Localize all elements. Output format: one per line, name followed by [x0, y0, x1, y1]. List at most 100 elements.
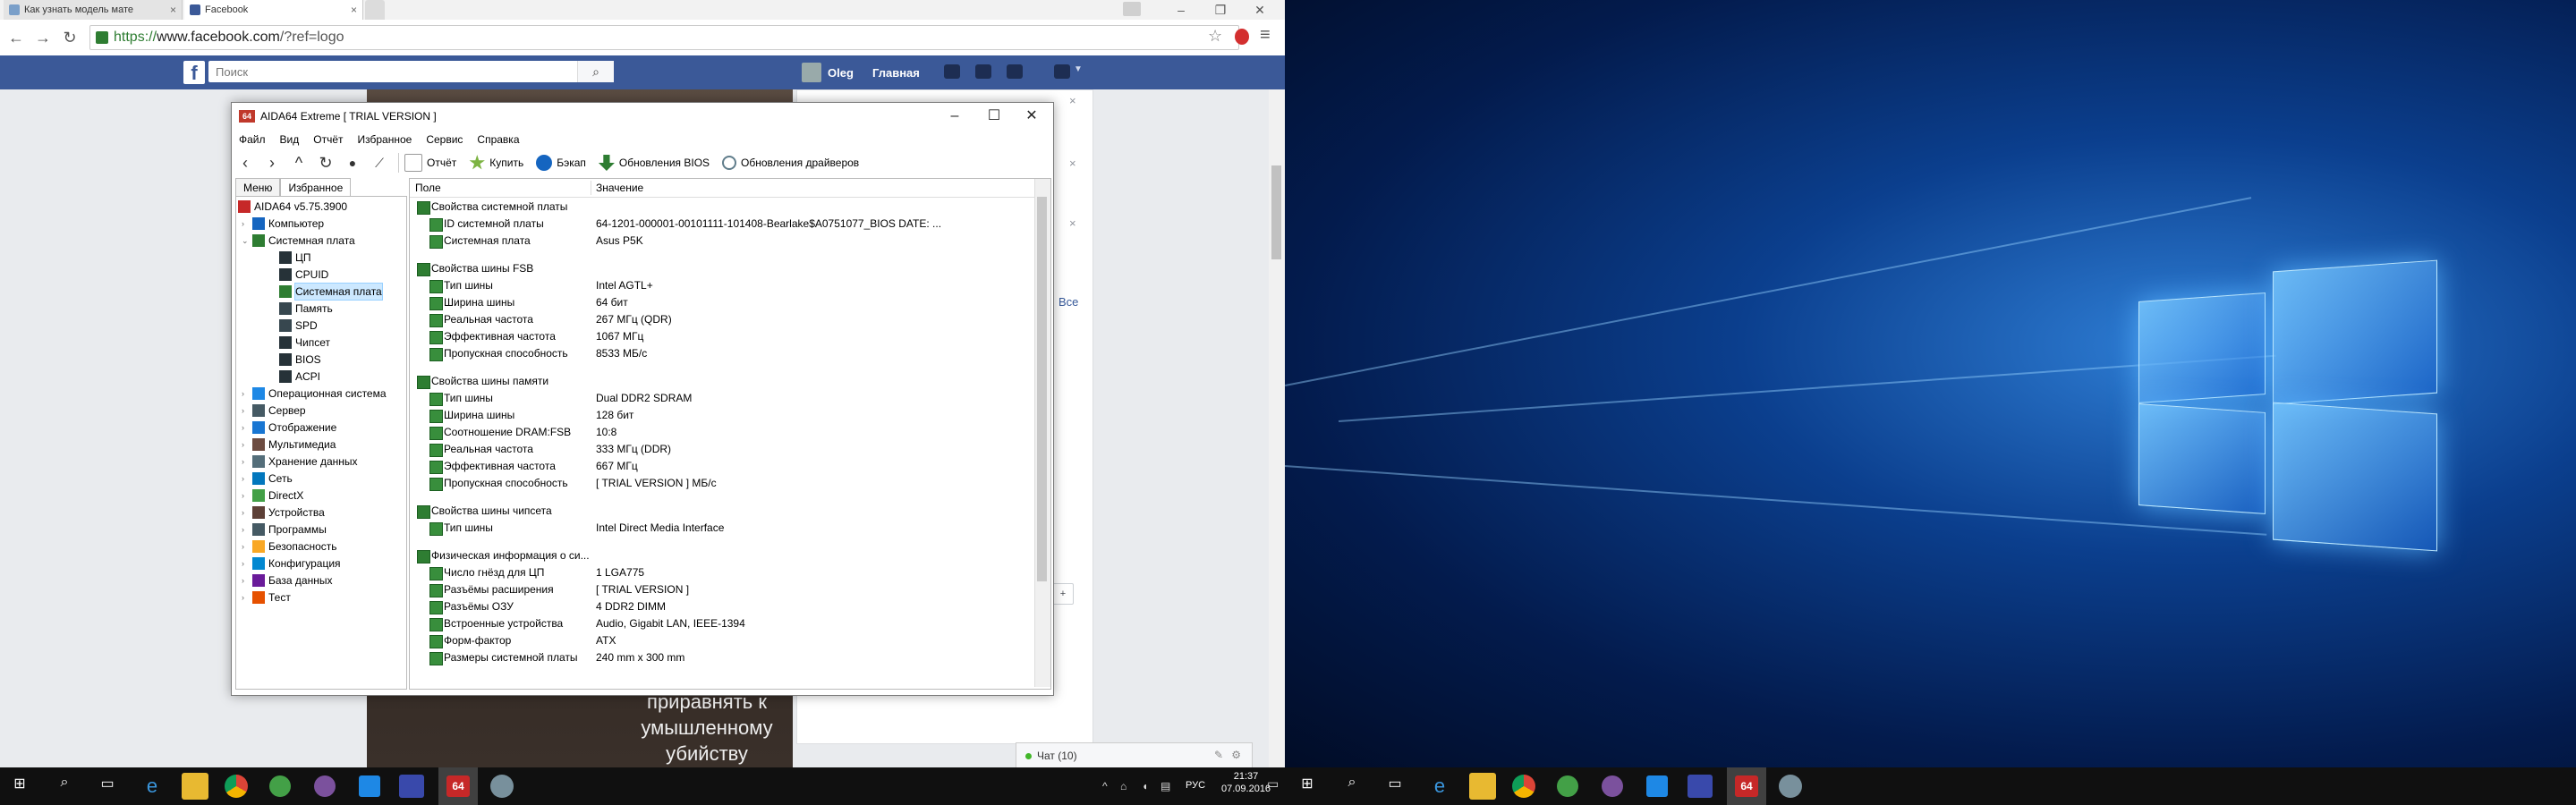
expand-chevron-icon[interactable]: › [242, 216, 252, 232]
refresh-icon[interactable]: ↻ [312, 154, 339, 173]
table-row[interactable]: Пропускная способность 8533 МБ/с [410, 345, 1036, 362]
new-tab-button[interactable] [365, 0, 385, 20]
table-scrollbar-thumb[interactable] [1037, 197, 1047, 581]
report-button[interactable]: Отчёт [404, 154, 456, 172]
page-scrollbar-thumb[interactable] [1271, 165, 1281, 259]
home-link[interactable]: Главная [872, 66, 920, 80]
account-menu-icon[interactable]: ▼ [1074, 64, 1083, 74]
edge-icon[interactable]: e [139, 773, 166, 800]
dismiss-icon[interactable]: × [1069, 157, 1076, 170]
task-view-icon[interactable]: ▭ [1382, 775, 1408, 792]
tree-item[interactable]: › Операционная система [242, 386, 387, 402]
tree-item[interactable]: SPD [268, 318, 318, 334]
table-row[interactable]: Пропускная способность [ TRIAL VERSION ] … [410, 475, 1036, 492]
expand-chevron-icon[interactable]: › [242, 386, 252, 402]
driver-update-button[interactable]: Обновления драйверов [722, 156, 859, 170]
table-row[interactable]: Системная плата Asus P5K [410, 233, 1036, 250]
menu-favorites[interactable]: Избранное [351, 130, 420, 149]
chrome-icon[interactable] [1512, 775, 1535, 798]
friend-requests-icon[interactable] [944, 64, 960, 79]
notification-tray-icon[interactable]: ▤ [1160, 780, 1170, 792]
tab-facebook[interactable]: Facebook × [184, 0, 363, 20]
expand-chevron-icon[interactable]: › [242, 555, 252, 572]
expand-chevron-icon[interactable]: › [242, 453, 252, 470]
tools-app-icon[interactable] [1779, 775, 1802, 798]
column-field[interactable]: Поле [415, 182, 441, 194]
menu-file[interactable]: Файл [232, 130, 273, 149]
task-view-icon[interactable]: ▭ [94, 775, 121, 792]
table-row[interactable]: Число гнёзд для ЦП 1 LGA775 [410, 564, 1036, 581]
dismiss-icon[interactable]: × [1069, 216, 1076, 230]
viber-icon[interactable] [1602, 775, 1623, 797]
expand-chevron-icon[interactable]: › [242, 538, 252, 555]
start-icon[interactable]: ⊞ [1294, 775, 1321, 792]
up-icon[interactable]: ^ [285, 154, 312, 173]
tab-howto[interactable]: Как узнать модель мате × [4, 0, 183, 20]
add-icon[interactable]: + [1052, 583, 1074, 605]
tab-close-icon[interactable]: × [351, 4, 357, 16]
privacy-shortcuts-icon[interactable] [1054, 64, 1070, 79]
menu-view[interactable]: Вид [273, 130, 307, 149]
edge-icon[interactable]: e [1426, 773, 1453, 800]
tree-item[interactable]: › Отображение [242, 419, 336, 436]
tree-item[interactable]: Системная плата [268, 283, 383, 301]
profile-icon[interactable] [1123, 2, 1141, 16]
table-row[interactable]: Эффективная частота 1067 МГц [410, 328, 1036, 345]
tree-item[interactable]: AIDA64 v5.75.3900 [238, 199, 347, 215]
expand-chevron-icon[interactable]: › [242, 436, 252, 453]
facebook-logo[interactable]: f [183, 61, 205, 84]
aida-close-icon[interactable]: ✕ [1012, 106, 1051, 126]
aida-maximize-icon[interactable]: ☐ [974, 106, 1014, 126]
back-icon[interactable]: ‹ [232, 154, 259, 173]
compose-icon[interactable]: ✎ [1214, 749, 1223, 761]
table-row[interactable]: Разъёмы ОЗУ 4 DDR2 DIMM [410, 598, 1036, 615]
network-icon[interactable]: ⌂ [1120, 780, 1126, 792]
tree-item[interactable]: Память [268, 301, 333, 317]
bookmark-star-icon[interactable]: ☆ [1208, 27, 1222, 46]
user-icon[interactable]: ● [339, 156, 366, 170]
tree-item[interactable]: ЦП [268, 250, 311, 266]
table-row[interactable]: Тип шины Intel AGTL+ [410, 277, 1036, 294]
table-row[interactable]: Реальная частота 333 МГц (DDR) [410, 441, 1036, 458]
back-icon[interactable]: ← [5, 27, 27, 48]
menu-service[interactable]: Сервис [419, 130, 470, 149]
action-center-icon[interactable]: ▭ [1267, 776, 1279, 792]
settings-icon[interactable]: ⚙ [1231, 749, 1241, 761]
avatar[interactable] [802, 63, 821, 82]
tree-item[interactable]: › База данных [242, 572, 332, 589]
table-row[interactable]: Реальная частота 267 МГц (QDR) [410, 311, 1036, 328]
torrent-icon[interactable] [1557, 775, 1578, 797]
tree-item[interactable]: › Тест [242, 589, 291, 606]
menu-icon[interactable]: ≡ [1260, 25, 1271, 46]
expand-chevron-icon[interactable]: › [242, 589, 252, 606]
tree-item[interactable]: ACPI [268, 369, 320, 385]
dismiss-icon[interactable]: × [1069, 94, 1076, 107]
tree-item[interactable]: › Мультимедиа [242, 436, 336, 453]
torrent-icon[interactable] [269, 775, 291, 797]
facebook-search-input[interactable]: Поиск [208, 61, 613, 82]
chart-icon[interactable]: ⟋ [366, 156, 393, 171]
monitor-app-icon[interactable] [1688, 775, 1713, 798]
menu-help[interactable]: Справка [470, 130, 526, 149]
tab-menu[interactable]: Меню [235, 178, 281, 196]
aida-titlebar[interactable]: 64 AIDA64 Extreme [ TRIAL VERSION ] – ☐ … [232, 103, 1053, 130]
table-row[interactable]: Тип шины Intel Direct Media Interface [410, 520, 1036, 537]
tree-item[interactable]: › Сервер [242, 402, 306, 419]
table-group-row[interactable]: Свойства системной платы [410, 199, 1036, 216]
maximize-icon[interactable]: ❐ [1203, 0, 1238, 20]
tools-app-icon[interactable] [490, 775, 514, 798]
clock[interactable]: 21:37 07.09.2016 [1221, 770, 1271, 795]
tree-item[interactable]: CPUID [268, 267, 328, 283]
close-icon[interactable]: ✕ [1242, 0, 1278, 20]
app-window-icon[interactable] [359, 775, 380, 797]
search-icon[interactable]: ⌕ [577, 61, 614, 82]
table-row[interactable]: Размеры системной платы 240 mm x 300 mm [410, 649, 1036, 666]
expand-chevron-icon[interactable]: ⌄ [242, 233, 252, 249]
tree-item[interactable]: › Сеть [242, 470, 293, 487]
expand-chevron-icon[interactable]: › [242, 521, 252, 538]
language-indicator[interactable]: РУС [1186, 780, 1205, 791]
file-explorer-icon[interactable] [1469, 773, 1496, 800]
expand-chevron-icon[interactable]: › [242, 419, 252, 436]
table-group-row[interactable]: Физическая информация о си... [410, 547, 1036, 564]
file-explorer-icon[interactable] [182, 773, 208, 800]
